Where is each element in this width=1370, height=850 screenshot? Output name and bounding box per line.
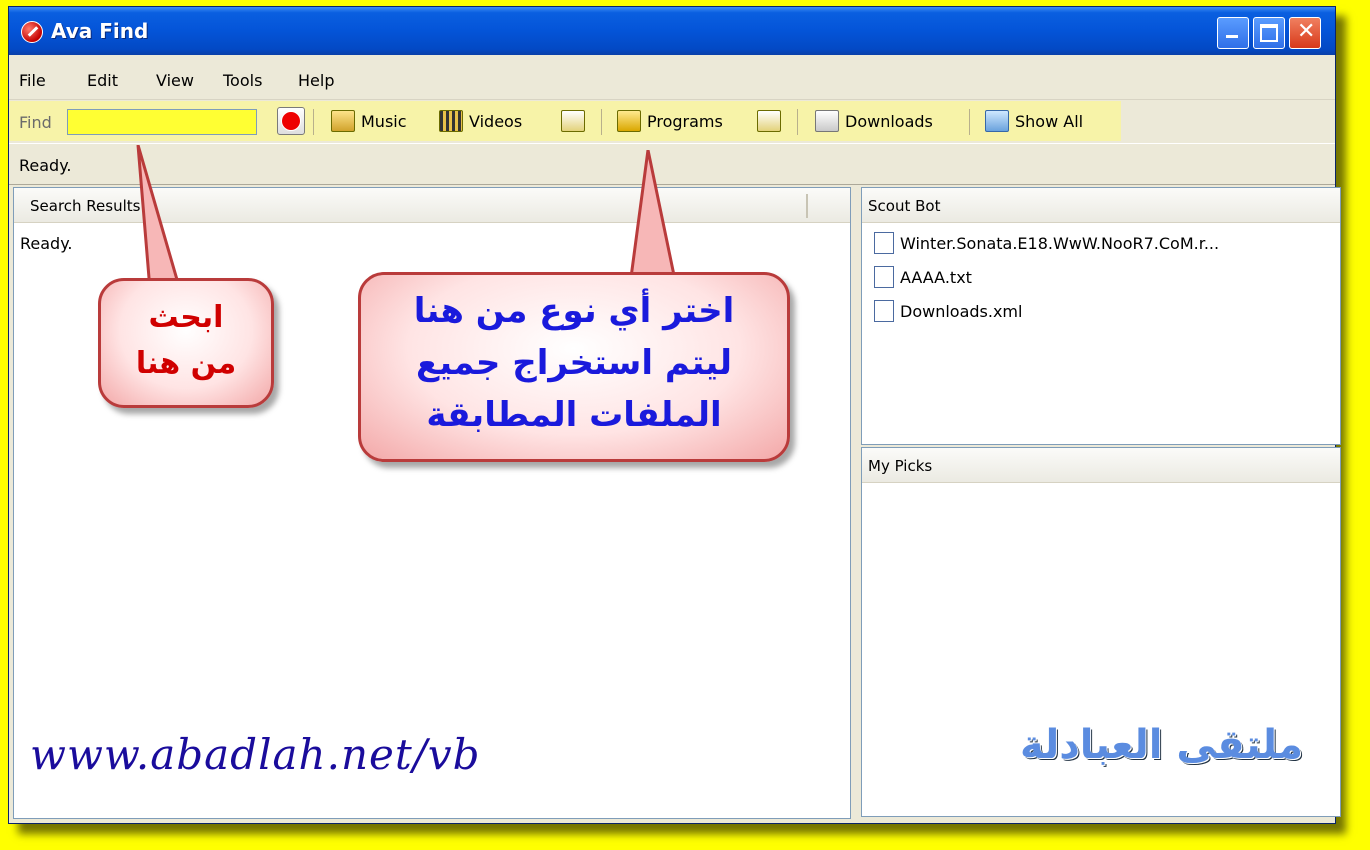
my-picks-header: My Picks xyxy=(862,448,1340,483)
menu-bar: File Edit View Tools Help xyxy=(9,55,1335,100)
window-title: Ava Find xyxy=(51,19,149,43)
callout-line: ليتم استخراج جميع xyxy=(415,343,733,383)
menu-file[interactable]: File xyxy=(19,71,46,90)
xml-file-icon xyxy=(874,300,894,322)
watermark-url: www.abadlah.net/vb xyxy=(30,730,481,779)
documents-icon xyxy=(561,110,585,132)
find-label: Find xyxy=(19,113,52,132)
videos-label: Videos xyxy=(469,111,523,131)
toolbar-separator xyxy=(313,109,314,135)
close-button[interactable]: ✕ xyxy=(1289,17,1321,49)
find-input[interactable] xyxy=(67,109,257,135)
callout-pointer xyxy=(136,145,182,292)
results-status-text: Ready. xyxy=(20,234,73,253)
video-file-icon xyxy=(874,232,894,254)
toolbar-separator xyxy=(601,109,602,135)
column-divider[interactable] xyxy=(806,194,808,218)
callout-line: الملفات المطابقة xyxy=(426,395,722,435)
minimize-icon xyxy=(1226,35,1238,38)
callout-line: ابحث xyxy=(148,300,224,335)
menu-tools[interactable]: Tools xyxy=(223,71,262,90)
search-toolbar: Find Music Videos Programs Downloads Sho… xyxy=(9,101,1121,141)
callout-line: اختر أي نوع من هنا xyxy=(413,291,735,331)
file-name: AAAA.txt xyxy=(900,267,972,287)
music-button[interactable]: Music xyxy=(331,107,407,135)
show-all-button[interactable]: Show All xyxy=(985,107,1083,135)
scout-bot-pane[interactable]: Scout Bot Winter.Sonata.E18.WwW.NooR7.Co… xyxy=(861,187,1341,445)
file-name: Downloads.xml xyxy=(900,301,1023,321)
callout-pointer xyxy=(628,150,678,287)
search-hint-callout: ابحث من هنا xyxy=(98,278,274,408)
category-hint-callout: اختر أي نوع من هنا ليتم استخراج جميع الم… xyxy=(358,272,790,462)
programs-button[interactable]: Programs xyxy=(617,107,723,135)
downloads-label: Downloads xyxy=(845,111,933,131)
toolbar-separator xyxy=(797,109,798,135)
archive-icon xyxy=(757,110,781,132)
search-results-title: Search Results xyxy=(30,197,141,215)
toolbar-separator xyxy=(969,109,970,135)
list-item[interactable]: AAAA.txt xyxy=(874,266,972,288)
file-name: Winter.Sonata.E18.WwW.NooR7.CoM.r... xyxy=(900,233,1220,253)
menu-edit[interactable]: Edit xyxy=(87,71,118,90)
title-bar[interactable]: Ava Find ✕ xyxy=(9,7,1335,55)
callout-line: من هنا xyxy=(135,346,237,381)
logo-text: ملتقى العبادلة xyxy=(1020,722,1304,768)
programs-folder-icon xyxy=(617,110,641,132)
menu-view[interactable]: View xyxy=(156,71,194,90)
ava-find-app-icon xyxy=(21,21,43,43)
music-folder-icon xyxy=(331,110,355,132)
scout-bot-title: Scout Bot xyxy=(868,197,941,215)
find-go-button[interactable] xyxy=(277,107,305,135)
status-text: Ready. xyxy=(19,156,72,175)
music-label: Music xyxy=(361,111,407,131)
forum-logo: ملتقى العبادلة xyxy=(1020,712,1320,792)
maximize-icon xyxy=(1260,24,1278,42)
show-all-label: Show All xyxy=(1015,111,1084,131)
minimize-button[interactable] xyxy=(1217,17,1249,49)
archives-button[interactable] xyxy=(757,107,781,135)
my-picks-title: My Picks xyxy=(868,457,933,475)
show-all-icon xyxy=(985,110,1009,132)
text-file-icon xyxy=(874,266,894,288)
download-icon xyxy=(815,110,839,132)
menu-help[interactable]: Help xyxy=(298,71,334,90)
video-film-icon xyxy=(439,110,463,132)
documents-button[interactable] xyxy=(561,107,585,135)
maximize-button[interactable] xyxy=(1253,17,1285,49)
programs-label: Programs xyxy=(647,111,723,131)
list-item[interactable]: Winter.Sonata.E18.WwW.NooR7.CoM.r... xyxy=(874,232,1219,254)
videos-button[interactable]: Videos xyxy=(439,107,522,135)
ava-go-icon xyxy=(281,111,301,131)
close-icon: ✕ xyxy=(1297,19,1316,44)
downloads-button[interactable]: Downloads xyxy=(815,107,933,135)
list-item[interactable]: Downloads.xml xyxy=(874,300,1022,322)
scout-bot-header: Scout Bot xyxy=(862,188,1340,223)
